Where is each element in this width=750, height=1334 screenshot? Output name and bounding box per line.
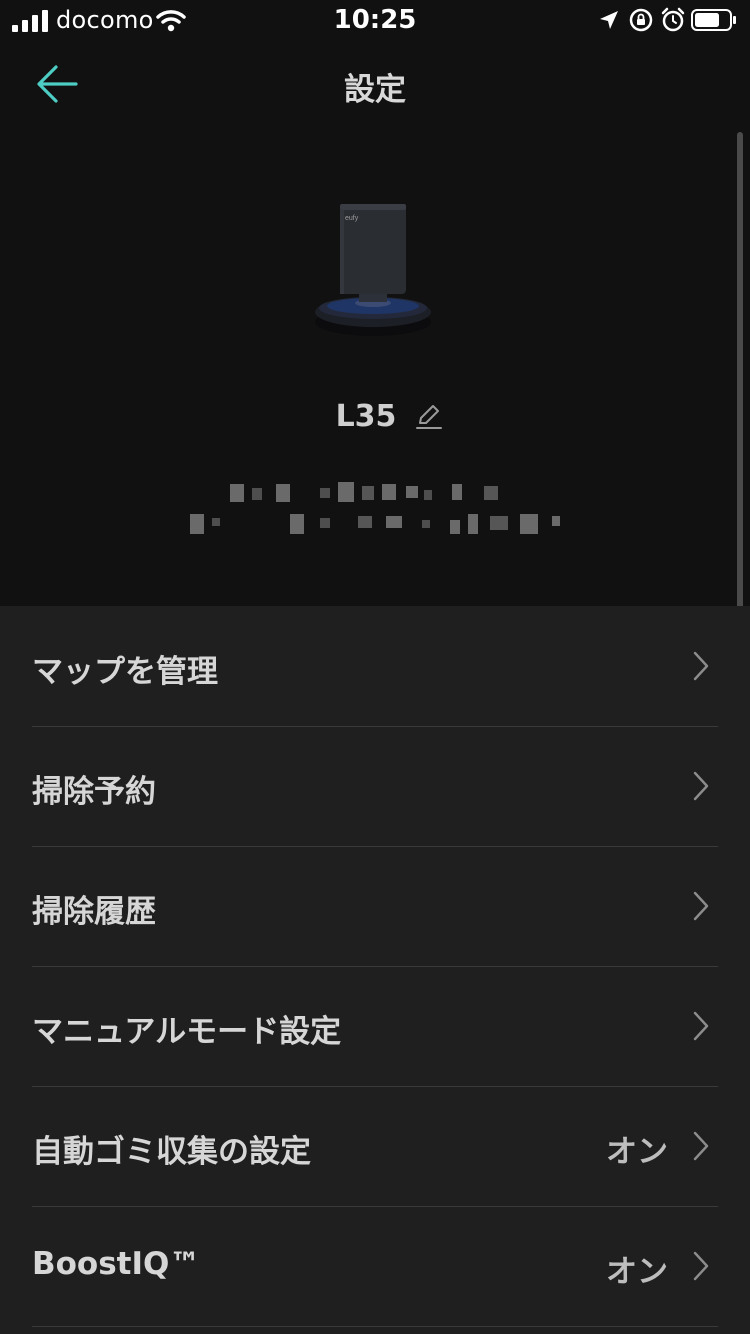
chevron-right-icon [693,771,709,801]
chevron-right-icon [693,1131,709,1161]
robot-vacuum-image: eufy [315,204,431,336]
settings-item-label: マニュアルモード設定 [32,1014,342,1050]
brand-logo-text: eufy [345,215,359,222]
settings-item-value: オン [606,1254,668,1290]
chevron-right-icon [693,651,709,681]
pencil-edit-icon[interactable] [414,401,444,431]
settings-item-boostiq[interactable]: BoostIQ™ オン [32,1206,718,1327]
settings-item-label: 掃除履歴 [32,894,156,930]
settings-item-auto-empty[interactable]: 自動ゴミ収集の設定 オン [32,1086,718,1207]
settings-item-label: 掃除予約 [32,774,156,810]
rotation-lock-icon [629,8,653,32]
settings-item-cleaning-schedule[interactable]: 掃除予約 [32,726,718,847]
device-name: L35 [335,398,397,434]
status-bar: docomo 10:25 [0,0,750,40]
settings-item-label: マップを管理 [32,654,218,690]
redacted-device-info [190,482,570,538]
battery-icon [691,9,736,31]
settings-item-label: BoostIQ™ [32,1246,201,1282]
settings-item-cleaning-history[interactable]: 掃除履歴 [32,846,718,967]
page-title: 設定 [344,72,406,108]
settings-item-manage-map[interactable]: マップを管理 [32,606,718,727]
settings-list: マップを管理 掃除予約 掃除履歴 マニュアルモード設定 自動ゴミ収集の設定 オン… [0,606,750,1334]
alarm-icon [661,7,685,32]
settings-item-manual-mode[interactable]: マニュアルモード設定 [32,966,718,1087]
chevron-right-icon [693,891,709,921]
location-arrow-icon [600,11,618,29]
chevron-right-icon [693,1011,709,1041]
chevron-right-icon [693,1251,709,1281]
device-name-row: L35 [0,394,750,438]
settings-item-label: 自動ゴミ収集の設定 [32,1134,311,1170]
settings-item-value: オン [606,1134,668,1170]
